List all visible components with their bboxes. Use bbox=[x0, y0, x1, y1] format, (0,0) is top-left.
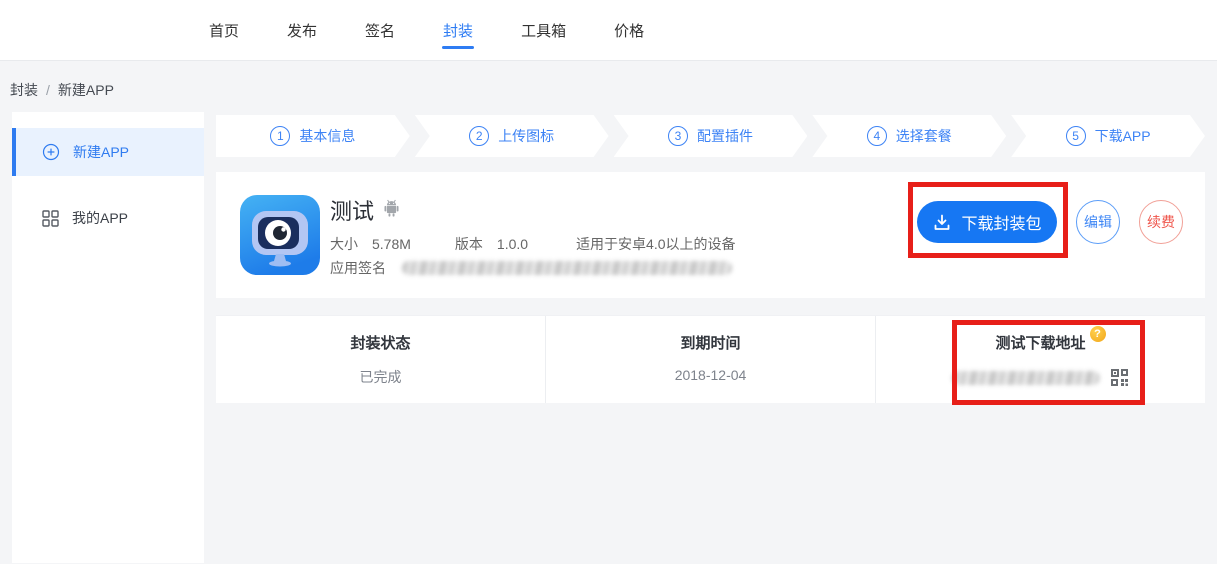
download-package-button[interactable]: 下载封装包 bbox=[917, 201, 1057, 243]
nav-item-publish[interactable]: 发布 bbox=[287, 0, 317, 60]
step-number-badge: 3 bbox=[668, 126, 688, 146]
app-icon bbox=[240, 195, 320, 275]
compatibility-text: 适用于安卓4.0以上的设备 bbox=[576, 234, 735, 254]
app-title-row: 测试 bbox=[330, 194, 400, 226]
app-meta-row: 大小 5.78M 版本 1.0.0 适用于安卓4.0以上的设备 bbox=[330, 234, 736, 254]
test-download-address-column: 测试下载地址 ? bbox=[876, 316, 1205, 403]
sidebar-item-label: 新建APP bbox=[73, 142, 129, 162]
app-card: 测试 大小 5.78M 版本 1.0.0 适用于安卓4.0以上的设备 应用签名 bbox=[216, 172, 1205, 298]
help-icon[interactable]: ? bbox=[1090, 326, 1106, 342]
package-status-value: 已完成 bbox=[360, 367, 402, 387]
package-status-column: 封装状态 已完成 bbox=[216, 316, 546, 403]
sidebar-item-my-app[interactable]: 我的APP bbox=[12, 194, 204, 242]
breadcrumb-section[interactable]: 封装 bbox=[10, 80, 38, 100]
plus-circle-icon bbox=[42, 143, 60, 161]
size-label: 大小 bbox=[330, 234, 358, 254]
signature-redacted-value bbox=[402, 261, 732, 275]
nav-item-home[interactable]: 首页 bbox=[209, 0, 239, 60]
breadcrumb: 封装 / 新建APP bbox=[10, 80, 114, 100]
step-label: 配置插件 bbox=[697, 126, 753, 146]
breadcrumb-page: 新建APP bbox=[58, 80, 114, 100]
expiry-date-column: 到期时间 2018-12-04 bbox=[546, 316, 876, 403]
version-label: 版本 bbox=[455, 234, 483, 254]
step-label: 选择套餐 bbox=[896, 126, 952, 146]
step-select-plan[interactable]: 4 选择套餐 bbox=[812, 115, 1006, 157]
step-label: 基本信息 bbox=[299, 126, 355, 146]
step-wizard: 1 基本信息 2 上传图标 3 配置插件 4 选择套餐 5 下载APP bbox=[216, 115, 1205, 157]
nav-item-package[interactable]: 封装 bbox=[443, 0, 473, 60]
test-download-address-label-row: 测试下载地址 ? bbox=[995, 332, 1085, 353]
nav-item-toolbox[interactable]: 工具箱 bbox=[521, 0, 566, 60]
test-download-address-label: 测试下载地址 bbox=[995, 332, 1085, 353]
download-button-label: 下载封装包 bbox=[961, 210, 1041, 234]
top-header: 首页 发布 签名 封装 工具箱 价格 bbox=[0, 0, 1217, 61]
app-title: 测试 bbox=[330, 194, 374, 226]
step-download-app[interactable]: 5 下载APP bbox=[1011, 115, 1205, 157]
step-configure-plugins[interactable]: 3 配置插件 bbox=[614, 115, 808, 157]
signature-label: 应用签名 bbox=[330, 258, 386, 278]
sidebar: 新建APP 我的APP bbox=[12, 112, 204, 563]
app-signature-row: 应用签名 bbox=[330, 258, 732, 278]
step-upload-icon[interactable]: 2 上传图标 bbox=[415, 115, 609, 157]
breadcrumb-separator: / bbox=[46, 82, 50, 98]
download-url-redacted[interactable] bbox=[952, 371, 1100, 385]
expiry-date-value: 2018-12-04 bbox=[675, 367, 747, 383]
edit-button[interactable]: 编辑 bbox=[1076, 200, 1120, 244]
nav-item-price[interactable]: 价格 bbox=[614, 0, 644, 60]
main-nav: 首页 发布 签名 封装 工具箱 价格 bbox=[0, 0, 1217, 60]
step-number-badge: 5 bbox=[1066, 126, 1086, 146]
qr-code-icon[interactable] bbox=[1109, 367, 1130, 388]
android-icon bbox=[383, 199, 400, 222]
step-basic-info[interactable]: 1 基本信息 bbox=[216, 115, 410, 157]
renew-button[interactable]: 续费 bbox=[1139, 200, 1183, 244]
step-label: 上传图标 bbox=[498, 126, 554, 146]
nav-item-signature[interactable]: 签名 bbox=[365, 0, 395, 60]
app-actions: 下载封装包 编辑 续费 bbox=[917, 200, 1183, 244]
package-status-label: 封装状态 bbox=[350, 332, 410, 353]
size-value: 5.78M bbox=[372, 236, 411, 252]
step-number-badge: 4 bbox=[867, 126, 887, 146]
sidebar-item-label: 我的APP bbox=[72, 208, 128, 228]
package-info-card: 封装状态 已完成 到期时间 2018-12-04 测试下载地址 ? bbox=[216, 315, 1205, 403]
step-number-badge: 2 bbox=[469, 126, 489, 146]
download-url-row bbox=[952, 367, 1130, 388]
version-value: 1.0.0 bbox=[497, 236, 528, 252]
expiry-date-label: 到期时间 bbox=[680, 332, 740, 353]
sidebar-item-new-app[interactable]: 新建APP bbox=[12, 128, 204, 176]
step-label: 下载APP bbox=[1095, 126, 1151, 146]
step-number-badge: 1 bbox=[270, 126, 290, 146]
grid-icon bbox=[42, 210, 59, 227]
download-icon bbox=[932, 212, 952, 232]
